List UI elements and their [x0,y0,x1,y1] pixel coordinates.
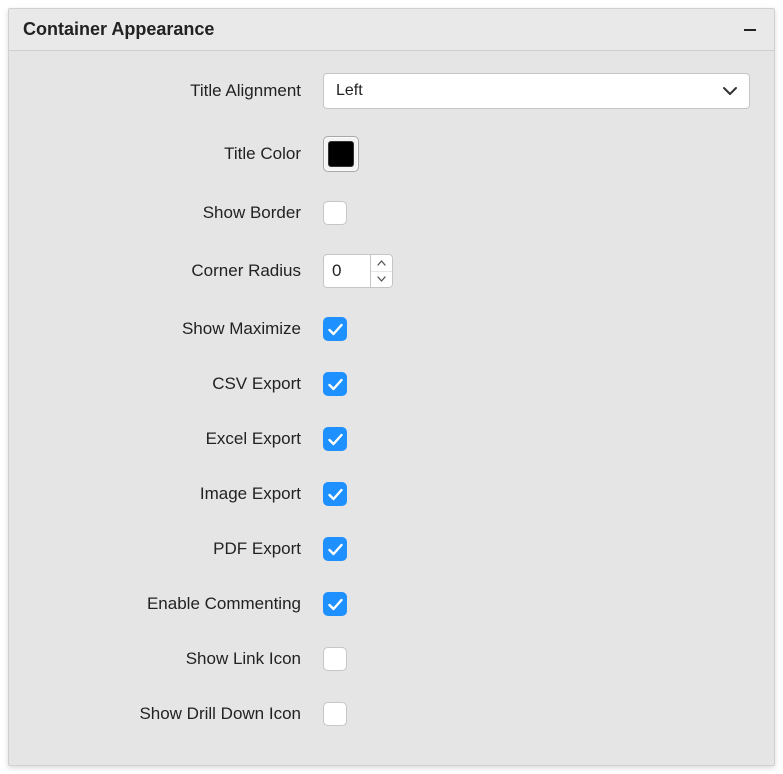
label-csv-export: CSV Export [33,374,323,394]
row-excel-export: Excel Export [33,425,750,453]
label-show-maximize: Show Maximize [33,319,323,339]
label-title-color: Title Color [33,144,323,164]
row-enable-commenting: Enable Commenting [33,590,750,618]
label-show-link-icon: Show Link Icon [33,649,323,669]
panel-body: Title Alignment Left Title Color [9,51,774,765]
panel-header: Container Appearance [9,9,774,51]
check-icon [328,323,343,336]
row-show-drill-down-icon: Show Drill Down Icon [33,700,750,728]
row-pdf-export: PDF Export [33,535,750,563]
show-drill-down-icon-checkbox[interactable] [323,702,347,726]
label-image-export: Image Export [33,484,323,504]
title-alignment-select[interactable]: Left [323,73,750,109]
chevron-up-icon [377,260,386,266]
minus-icon [744,24,756,36]
show-maximize-checkbox[interactable] [323,317,347,341]
show-link-icon-checkbox[interactable] [323,647,347,671]
corner-radius-stepper: 0 [323,254,393,288]
chevron-down-icon [723,86,737,96]
row-title-alignment: Title Alignment Left [33,73,750,109]
title-alignment-value: Left [336,82,363,100]
enable-commenting-checkbox[interactable] [323,592,347,616]
pdf-export-checkbox[interactable] [323,537,347,561]
corner-radius-input[interactable]: 0 [323,254,371,288]
label-corner-radius: Corner Radius [33,261,323,281]
title-color-picker[interactable] [323,136,359,172]
row-csv-export: CSV Export [33,370,750,398]
check-icon [328,598,343,611]
label-show-drill-down-icon: Show Drill Down Icon [33,704,323,724]
row-show-link-icon: Show Link Icon [33,645,750,673]
row-title-color: Title Color [33,136,750,172]
csv-export-checkbox[interactable] [323,372,347,396]
chevron-down-icon [377,276,386,282]
check-icon [328,543,343,556]
image-export-checkbox[interactable] [323,482,347,506]
row-image-export: Image Export [33,480,750,508]
label-pdf-export: PDF Export [33,539,323,559]
label-title-alignment: Title Alignment [33,81,323,101]
excel-export-checkbox[interactable] [323,427,347,451]
row-show-border: Show Border [33,199,750,227]
corner-radius-increment[interactable] [371,255,392,272]
check-icon [328,378,343,391]
label-show-border: Show Border [33,203,323,223]
corner-radius-decrement[interactable] [371,272,392,288]
label-excel-export: Excel Export [33,429,323,449]
label-enable-commenting: Enable Commenting [33,594,323,614]
row-show-maximize: Show Maximize [33,315,750,343]
check-icon [328,433,343,446]
show-border-checkbox[interactable] [323,201,347,225]
title-color-swatch [328,141,354,167]
panel-title: Container Appearance [23,19,214,40]
check-icon [328,488,343,501]
row-corner-radius: Corner Radius 0 [33,254,750,288]
container-appearance-panel: Container Appearance Title Alignment Lef… [8,8,775,766]
collapse-button[interactable] [740,20,760,40]
